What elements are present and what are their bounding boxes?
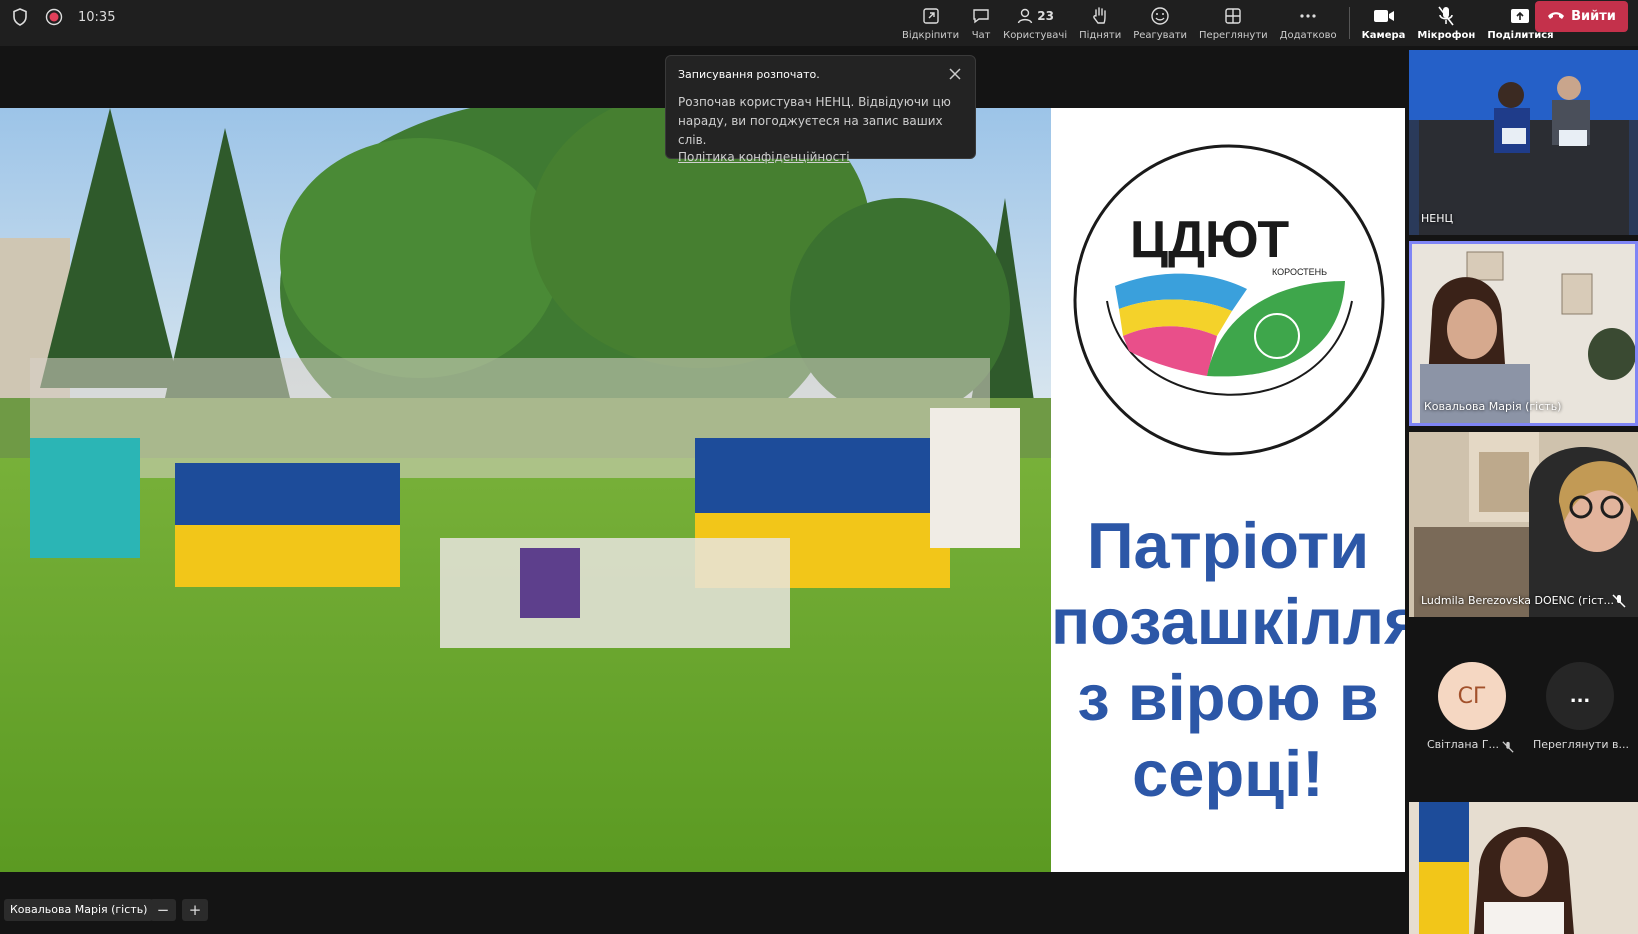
leave-label: Вийти	[1571, 9, 1616, 24]
phone-hangup-icon	[1547, 9, 1565, 24]
unpin-button[interactable]: Відкріпити	[896, 0, 965, 46]
zoom-out-button[interactable]: −	[150, 899, 176, 921]
close-icon[interactable]	[947, 66, 963, 82]
slide-slogan: Патріоти позашкілля з вірою в серці!	[1051, 508, 1405, 812]
meeting-toolbar: 10:35 Відкріпити Чат 23 Користувачі Підн…	[0, 0, 1638, 46]
mic-off-icon	[1437, 5, 1455, 27]
zoom-in-button[interactable]: +	[182, 899, 208, 921]
people-label: Користувачі	[1003, 30, 1068, 41]
chat-label: Чат	[971, 30, 991, 41]
participant-count: 23	[1037, 9, 1054, 23]
avatar[interactable]: СГ	[1438, 662, 1506, 730]
meeting-timer: 10:35	[78, 9, 116, 25]
popout-icon	[922, 5, 940, 27]
mic-off-icon	[1502, 738, 1514, 757]
unpin-label: Відкріпити	[902, 30, 960, 41]
people-icon: 23	[1016, 5, 1054, 27]
participant-tile-active-speaker[interactable]: Ковальова Марія (гість)	[1409, 241, 1638, 426]
camera-label: Камера	[1361, 30, 1406, 41]
more-participants-area: СГ Світлана Г... ... Переглянути в...	[1409, 650, 1638, 790]
more-icon	[1299, 5, 1317, 27]
smile-icon	[1150, 5, 1170, 27]
participant-name: Ковальова Марія (гість)	[1424, 400, 1562, 413]
more-label: Додатково	[1279, 30, 1337, 41]
mic-label: Мікрофон	[1417, 30, 1476, 41]
participant-name: НЕНЦ	[1421, 212, 1454, 225]
participant-name: Ludmila Berezovska DOENC (гіст...	[1421, 594, 1615, 607]
privacy-policy-link[interactable]: Політика конфіденційності	[678, 150, 963, 164]
view-button[interactable]: Переглянути	[1193, 0, 1274, 46]
notification-title: Записування розпочато.	[678, 68, 820, 81]
view-label: Переглянути	[1199, 30, 1268, 41]
shield-icon	[10, 7, 30, 27]
raise-hand-label: Підняти	[1079, 30, 1122, 41]
mic-button[interactable]: Мікрофон	[1411, 0, 1481, 46]
people-button[interactable]: 23 Користувачі	[997, 0, 1073, 46]
slogan-line: з вірою в	[1077, 661, 1379, 734]
avatar-label: Світлана Г...	[1427, 738, 1500, 751]
view-all-button[interactable]: ...	[1546, 662, 1614, 730]
participant-tile[interactable]: Ludmila Berezovska DOENC (гіст...	[1409, 432, 1638, 617]
camera-icon	[1373, 5, 1395, 27]
hand-icon	[1091, 5, 1109, 27]
raise-hand-button[interactable]: Підняти	[1073, 0, 1127, 46]
react-button[interactable]: Реагувати	[1127, 0, 1193, 46]
logo-title: ЦДЮТ	[1130, 211, 1289, 269]
notification-body: Розпочав користувач НЕНЦ. Відвідуючи цю …	[678, 95, 951, 147]
shared-slide: ЦДЮТ КОРОСТЕНЬ Патріоти позашкілля з вір…	[0, 108, 1405, 872]
recording-notification: Записування розпочато. Розпочав користув…	[665, 55, 976, 164]
react-label: Реагувати	[1133, 30, 1188, 41]
view-all-label: Переглянути в...	[1533, 738, 1629, 751]
camera-button[interactable]: Камера	[1356, 0, 1412, 46]
share-icon	[1510, 5, 1530, 27]
toolbar-actions: Відкріпити Чат 23 Користувачі Підняти Ре…	[896, 0, 1560, 46]
chat-icon	[971, 5, 991, 27]
mic-off-icon	[1612, 593, 1626, 608]
slogan-line: позашкілля	[1051, 585, 1405, 658]
chat-button[interactable]: Чат	[965, 0, 997, 46]
leave-button[interactable]: Вийти	[1535, 1, 1628, 32]
logo-city: КОРОСТЕНЬ	[1272, 267, 1327, 277]
slogan-line: серці!	[1132, 737, 1324, 810]
presenter-name: Ковальова Марія (гість)	[4, 899, 154, 921]
recording-icon	[44, 7, 64, 27]
participant-tile[interactable]	[1409, 802, 1638, 934]
layout-icon	[1224, 5, 1242, 27]
toolbar-divider	[1348, 7, 1350, 39]
cdyut-logo: ЦДЮТ КОРОСТЕНЬ	[1067, 141, 1391, 459]
more-button[interactable]: Додатково	[1274, 0, 1343, 46]
slogan-line: Патріоти	[1086, 509, 1370, 582]
group-photo	[0, 108, 1051, 872]
participant-tile[interactable]: НЕНЦ	[1409, 50, 1638, 235]
zoom-controls: − +	[150, 899, 208, 921]
stage-footer: Ковальова Марія (гість) − +	[0, 872, 1405, 934]
